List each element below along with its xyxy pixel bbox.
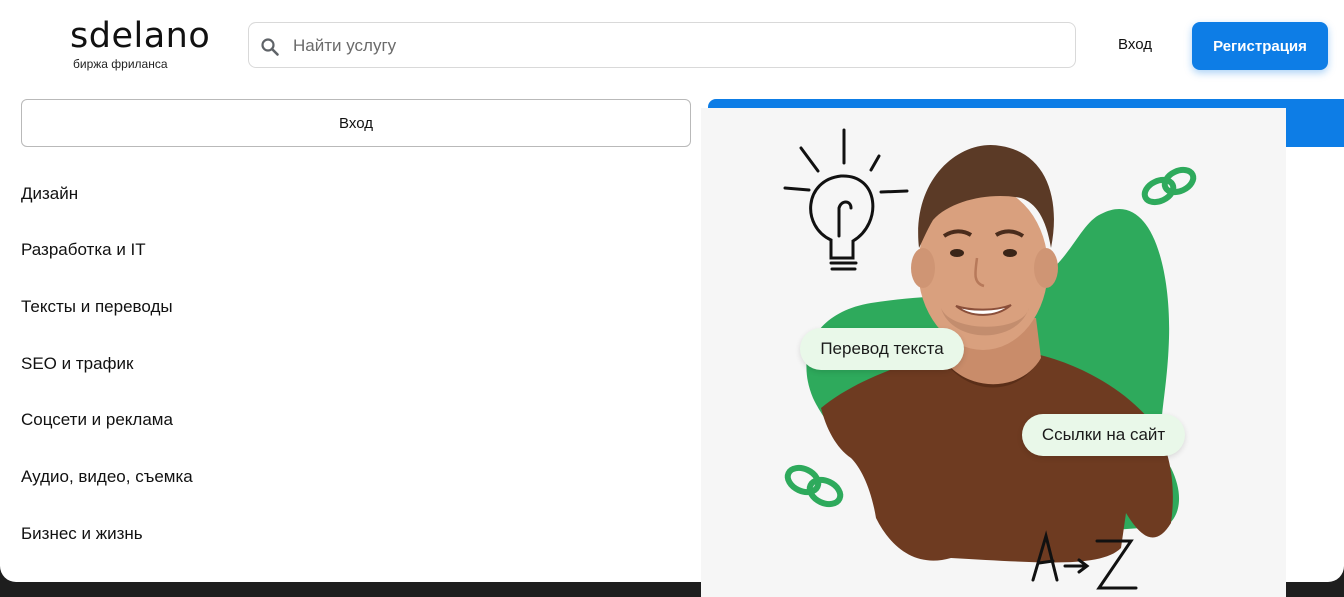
- category-texts-translations[interactable]: Тексты и переводы: [21, 297, 173, 317]
- search-icon: [261, 38, 279, 56]
- lightbulb-icon: [783, 128, 909, 271]
- link-icon-top: [1141, 166, 1197, 206]
- tag-site-links: Ссылки на сайт: [1022, 414, 1185, 456]
- category-development-it[interactable]: Разработка и IT: [21, 240, 146, 260]
- category-seo-traffic[interactable]: SEO и трафик: [21, 354, 133, 374]
- person-eye-right: [1003, 249, 1017, 257]
- header-login-link[interactable]: Вход: [1096, 36, 1174, 53]
- logo-wordmark: sdelano: [70, 16, 211, 56]
- tag-text-translation: Перевод текста: [800, 328, 964, 370]
- search-input[interactable]: [291, 23, 1065, 69]
- person-eye-left: [950, 249, 964, 257]
- register-button[interactable]: Регистрация: [1192, 22, 1328, 70]
- person-ear-right: [1034, 248, 1058, 288]
- category-business-life[interactable]: Бизнес и жизнь: [21, 524, 143, 544]
- logo-subtitle: биржа фриланса: [73, 57, 168, 71]
- category-social-ads[interactable]: Соцсети и реклама: [21, 410, 173, 430]
- promo-illustration: [783, 128, 1197, 590]
- promo-banner: Перевод текста Ссылки на сайт: [701, 108, 1286, 597]
- menu-login-button[interactable]: Вход: [21, 99, 691, 147]
- search-bar[interactable]: [248, 22, 1076, 69]
- category-design[interactable]: Дизайн: [21, 184, 78, 204]
- link-icon-bottom: [784, 464, 844, 508]
- person-ear-left: [911, 248, 935, 288]
- logo[interactable]: sdelano биржа фриланса: [70, 16, 210, 71]
- category-audio-video[interactable]: Аудио, видео, съемка: [21, 467, 193, 487]
